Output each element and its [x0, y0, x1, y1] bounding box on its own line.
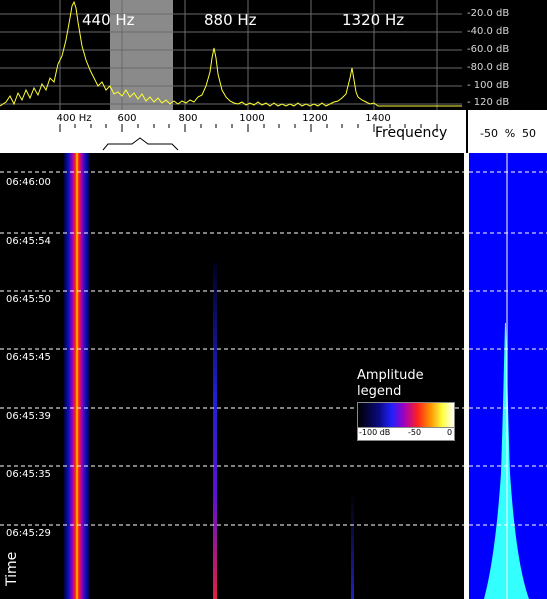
db-label: -40.0 dB	[467, 26, 510, 37]
time-label: 06:45:54	[6, 236, 51, 247]
db-label: - 120 dB	[467, 97, 510, 108]
trace-440hz	[64, 153, 90, 599]
amplitude-histogram	[469, 153, 547, 599]
trace-880hz	[213, 263, 217, 599]
percent-axis: -50 % 50	[466, 110, 547, 153]
peak-label-1320: 1320 Hz	[342, 11, 405, 29]
percent-tick: %	[504, 127, 516, 140]
time-axis-title: Time	[4, 551, 20, 586]
frequency-axis[interactable]: 400 Hz 600 800 1000 1200 1400 Frequency	[0, 110, 466, 154]
percent-tick: 50	[522, 127, 536, 140]
legend-scale-label: 0	[447, 428, 453, 437]
legend-title: Amplitude legend	[357, 368, 424, 399]
time-label: 06:46:00	[6, 177, 51, 188]
time-label: 06:45:39	[6, 411, 51, 422]
frequency-tick: 1400	[365, 113, 391, 124]
db-label: -80.0 dB	[467, 62, 510, 73]
legend-color-bar	[357, 402, 455, 428]
legend-scale-label: -100 dB	[359, 428, 391, 437]
frequency-tick: 600	[117, 113, 137, 124]
legend-scale-label: -50	[408, 428, 422, 437]
db-label: - 100 dB	[467, 80, 510, 91]
legend-scale: -100 dB -50 0	[357, 428, 455, 441]
db-label: -20.0 dB	[467, 8, 510, 19]
frequency-tick: 800	[178, 113, 198, 124]
frequency-axis-title: Frequency	[375, 125, 448, 141]
db-label: -60.0 dB	[467, 44, 510, 55]
peak-label-880: 880 Hz	[204, 11, 257, 29]
trace-1320hz	[351, 493, 354, 599]
frequency-tick: 400 Hz	[56, 113, 92, 124]
amplitude-legend: Amplitude legend -100 dB -50 0	[357, 368, 457, 441]
frequency-tick: 1200	[302, 113, 328, 124]
spectrum-analyzer-window: 440 Hz 880 Hz 1320 Hz -20.0 dB -40.0 dB …	[0, 0, 547, 599]
percent-tick: -50	[480, 127, 498, 140]
time-label: 06:45:35	[6, 469, 51, 480]
peak-label-440: 440 Hz	[82, 11, 135, 29]
time-label: 06:45:45	[6, 352, 51, 363]
frequency-tick: 1000	[239, 113, 265, 124]
time-label: 06:45:50	[6, 294, 51, 305]
band-bracket	[102, 137, 179, 151]
time-label: 06:45:29	[6, 528, 51, 539]
